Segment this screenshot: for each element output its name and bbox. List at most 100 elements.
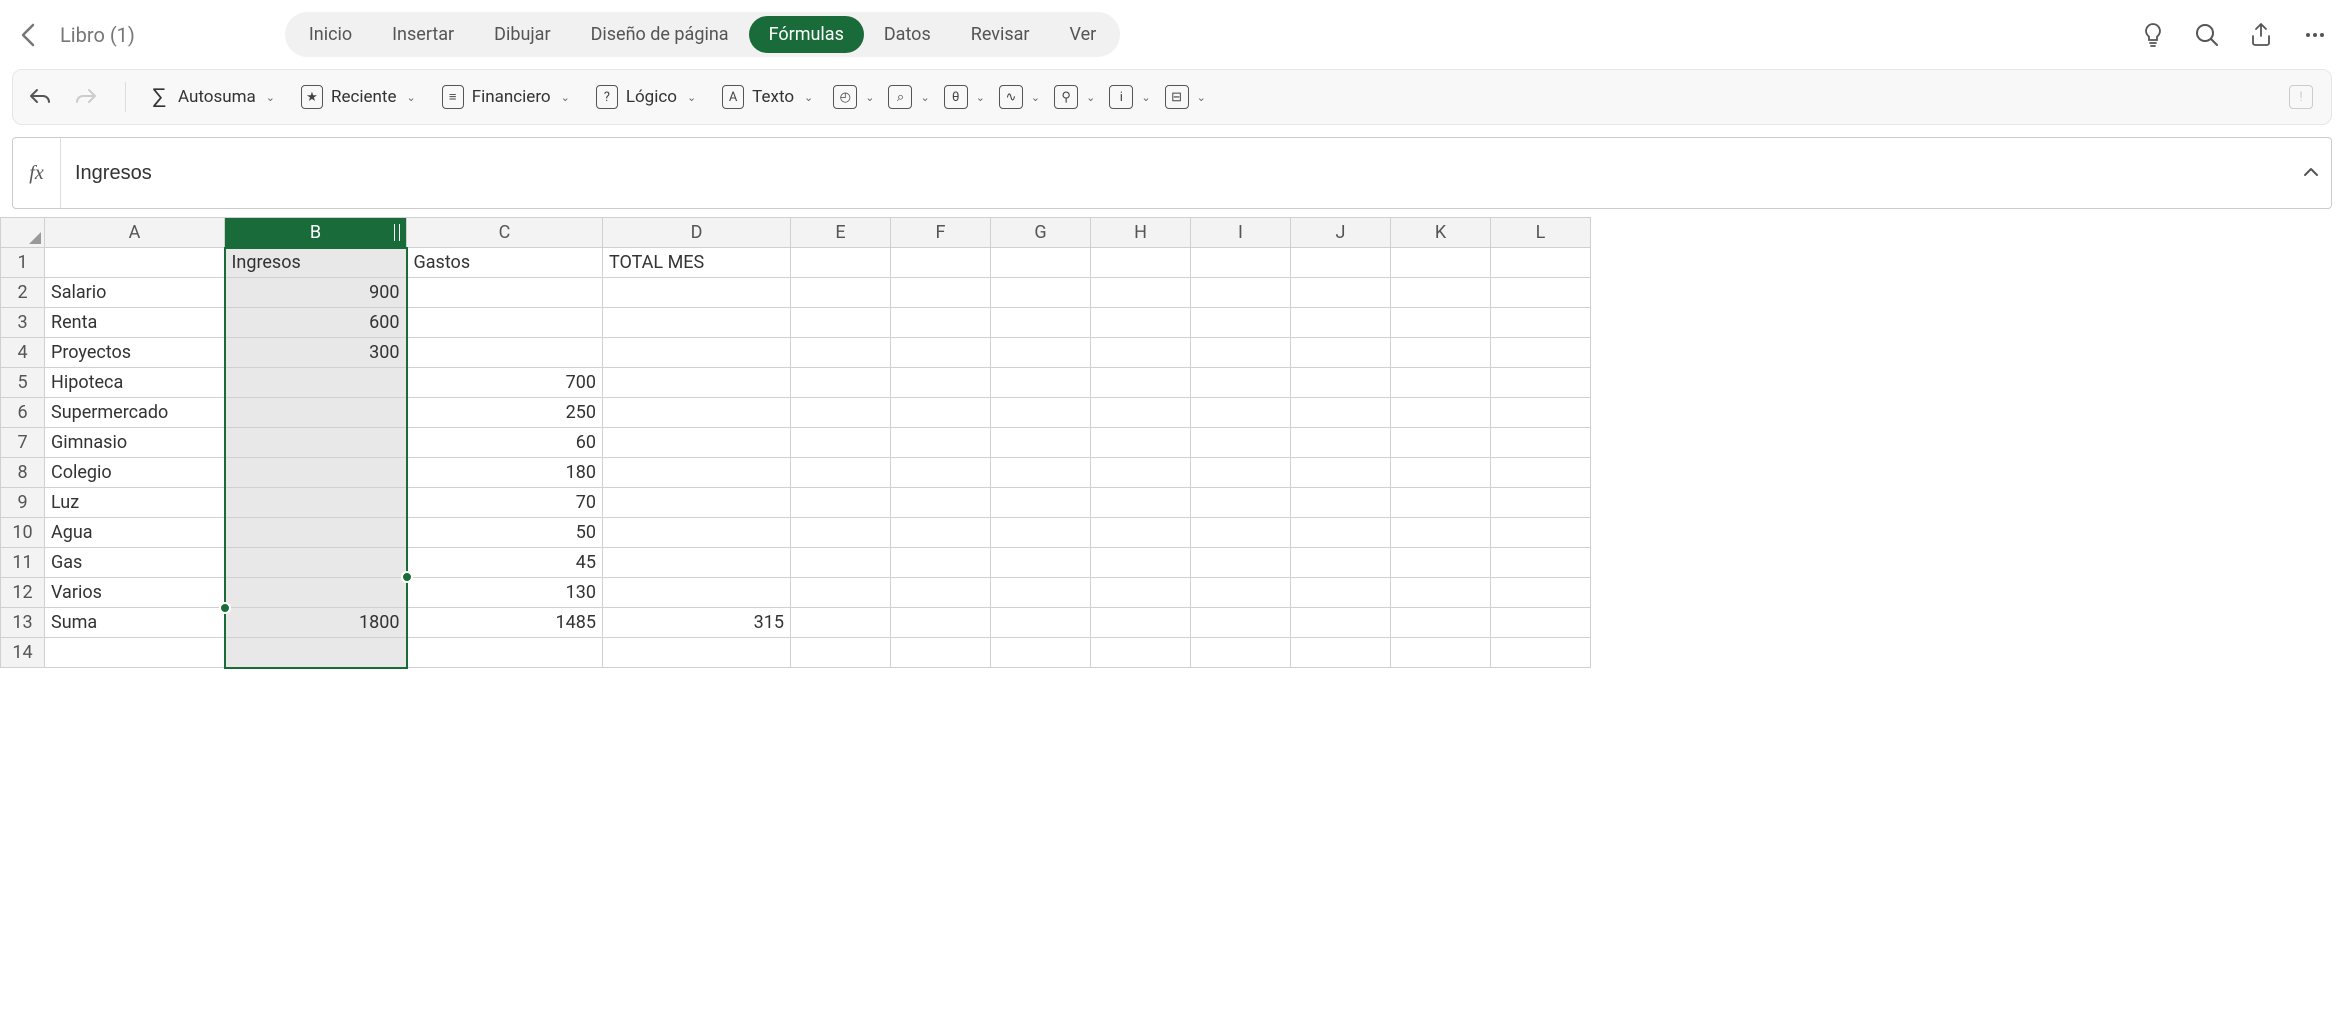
column-header-I[interactable]: I: [1191, 218, 1291, 248]
math-button[interactable]: θ⌄: [940, 81, 989, 113]
cell-I3[interactable]: [1191, 308, 1291, 338]
cell-D5[interactable]: [603, 368, 791, 398]
spreadsheet-grid[interactable]: ABCDEFGHIJKL1IngresosGastosTOTAL MES2Sal…: [0, 217, 1591, 669]
autosum-button[interactable]: ∑ Autosuma ⌄: [138, 80, 285, 114]
selection-handle-left[interactable]: [219, 602, 231, 614]
logical-button[interactable]: ? Lógico ⌄: [586, 80, 706, 114]
row-header-7[interactable]: 7: [1, 428, 45, 458]
cell-D6[interactable]: [603, 398, 791, 428]
cell-I2[interactable]: [1191, 278, 1291, 308]
cell-J10[interactable]: [1291, 518, 1391, 548]
tab-fórmulas[interactable]: Fórmulas: [749, 16, 864, 53]
cell-C11[interactable]: 45: [407, 548, 603, 578]
column-header-C[interactable]: C: [407, 218, 603, 248]
cell-I13[interactable]: [1191, 608, 1291, 638]
cell-C2[interactable]: [407, 278, 603, 308]
cell-E5[interactable]: [791, 368, 891, 398]
expand-formula-bar-button[interactable]: [2291, 138, 2331, 208]
cell-F10[interactable]: [891, 518, 991, 548]
cell-F12[interactable]: [891, 578, 991, 608]
cell-K10[interactable]: [1391, 518, 1491, 548]
column-header-J[interactable]: J: [1291, 218, 1391, 248]
cell-E1[interactable]: [791, 248, 891, 278]
cell-L4[interactable]: [1491, 338, 1591, 368]
tab-dibujar[interactable]: Dibujar: [474, 16, 570, 53]
cell-K14[interactable]: [1391, 638, 1491, 668]
column-header-G[interactable]: G: [991, 218, 1091, 248]
cell-K7[interactable]: [1391, 428, 1491, 458]
cell-E2[interactable]: [791, 278, 891, 308]
cell-G5[interactable]: [991, 368, 1091, 398]
cell-H1[interactable]: [1091, 248, 1191, 278]
row-header-9[interactable]: 9: [1, 488, 45, 518]
cell-K1[interactable]: [1391, 248, 1491, 278]
selection-handle-right[interactable]: [401, 571, 413, 583]
cell-G11[interactable]: [991, 548, 1091, 578]
row-header-1[interactable]: 1: [1, 248, 45, 278]
cell-A8[interactable]: Colegio: [45, 458, 225, 488]
cell-E9[interactable]: [791, 488, 891, 518]
cell-L10[interactable]: [1491, 518, 1591, 548]
cell-H4[interactable]: [1091, 338, 1191, 368]
cell-E7[interactable]: [791, 428, 891, 458]
cell-K5[interactable]: [1391, 368, 1491, 398]
cell-C7[interactable]: 60: [407, 428, 603, 458]
cell-C4[interactable]: [407, 338, 603, 368]
cell-H12[interactable]: [1091, 578, 1191, 608]
back-button[interactable]: [16, 23, 40, 47]
cell-H3[interactable]: [1091, 308, 1191, 338]
row-header-14[interactable]: 14: [1, 638, 45, 668]
formula-input[interactable]: [61, 138, 2291, 208]
cell-L12[interactable]: [1491, 578, 1591, 608]
cell-H14[interactable]: [1091, 638, 1191, 668]
tab-diseño-de-página[interactable]: Diseño de página: [571, 16, 749, 53]
cell-E8[interactable]: [791, 458, 891, 488]
text-button[interactable]: A Texto ⌄: [712, 80, 823, 114]
cell-D4[interactable]: [603, 338, 791, 368]
cell-G3[interactable]: [991, 308, 1091, 338]
cell-J5[interactable]: [1291, 368, 1391, 398]
cell-C10[interactable]: 50: [407, 518, 603, 548]
cell-J7[interactable]: [1291, 428, 1391, 458]
error-button[interactable]: !: [2285, 81, 2317, 113]
cell-L5[interactable]: [1491, 368, 1591, 398]
cell-K3[interactable]: [1391, 308, 1491, 338]
cell-G8[interactable]: [991, 458, 1091, 488]
column-header-B[interactable]: B: [225, 218, 407, 248]
cell-J6[interactable]: [1291, 398, 1391, 428]
cell-J12[interactable]: [1291, 578, 1391, 608]
cell-D13[interactable]: 315: [603, 608, 791, 638]
cell-L11[interactable]: [1491, 548, 1591, 578]
cell-I8[interactable]: [1191, 458, 1291, 488]
cell-F14[interactable]: [891, 638, 991, 668]
tab-revisar[interactable]: Revisar: [951, 16, 1050, 53]
cell-C13[interactable]: 1485: [407, 608, 603, 638]
row-header-3[interactable]: 3: [1, 308, 45, 338]
search-icon[interactable]: [2194, 22, 2220, 48]
cell-B4[interactable]: 300: [225, 338, 407, 368]
lookup-button[interactable]: ⌕⌄: [884, 81, 933, 113]
tab-datos[interactable]: Datos: [864, 16, 951, 53]
cell-E10[interactable]: [791, 518, 891, 548]
cell-C6[interactable]: 250: [407, 398, 603, 428]
cell-A1[interactable]: [45, 248, 225, 278]
cell-B12[interactable]: [225, 578, 407, 608]
cell-B14[interactable]: [225, 638, 407, 668]
fx-label[interactable]: fx: [13, 138, 61, 208]
redo-button[interactable]: [73, 86, 99, 108]
select-all-corner[interactable]: [1, 218, 45, 248]
cell-A12[interactable]: Varios: [45, 578, 225, 608]
cell-K12[interactable]: [1391, 578, 1491, 608]
cell-A14[interactable]: [45, 638, 225, 668]
tab-insertar[interactable]: Insertar: [372, 16, 474, 53]
cell-I10[interactable]: [1191, 518, 1291, 548]
cell-J4[interactable]: [1291, 338, 1391, 368]
cell-J13[interactable]: [1291, 608, 1391, 638]
cell-C14[interactable]: [407, 638, 603, 668]
cell-A2[interactable]: Salario: [45, 278, 225, 308]
cell-E13[interactable]: [791, 608, 891, 638]
financial-button[interactable]: ≡ Financiero ⌄: [432, 80, 580, 114]
column-header-E[interactable]: E: [791, 218, 891, 248]
cell-L14[interactable]: [1491, 638, 1591, 668]
cell-C5[interactable]: 700: [407, 368, 603, 398]
